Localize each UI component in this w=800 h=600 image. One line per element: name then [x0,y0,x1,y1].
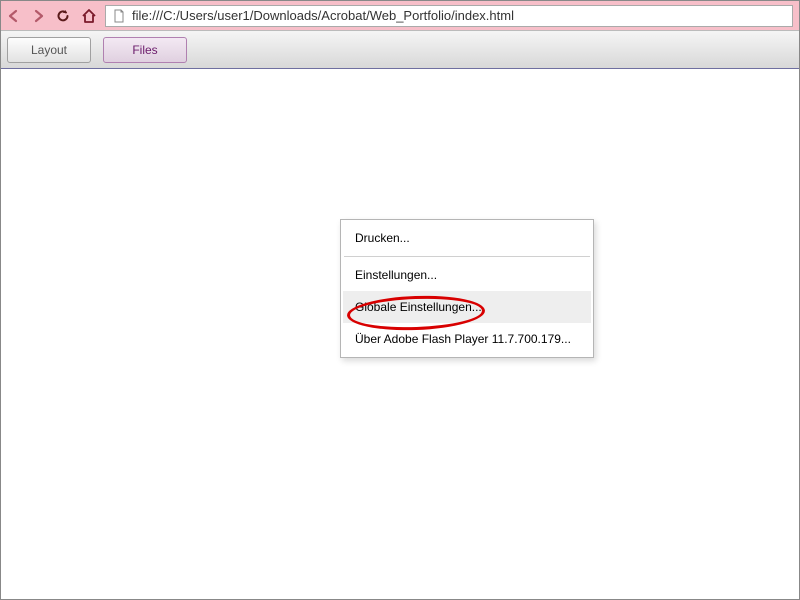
context-menu: Drucken... Einstellungen... Globale Eins… [340,219,594,358]
menu-item-global-settings[interactable]: Globale Einstellungen... [343,291,591,323]
browser-toolbar: file:///C:/Users/user1/Downloads/Acrobat… [1,1,799,31]
forward-icon[interactable] [31,9,45,23]
menu-item-print[interactable]: Drucken... [343,222,591,254]
reload-icon[interactable] [55,8,71,24]
menu-separator [344,256,590,257]
layout-button[interactable]: Layout [7,37,91,63]
home-icon[interactable] [81,8,97,24]
content-area: Drucken... Einstellungen... Globale Eins… [1,69,799,599]
page-icon [112,9,126,23]
back-icon[interactable] [7,9,21,23]
files-button[interactable]: Files [103,37,187,63]
url-text: file:///C:/Users/user1/Downloads/Acrobat… [132,8,514,23]
menu-item-settings[interactable]: Einstellungen... [343,259,591,291]
address-bar[interactable]: file:///C:/Users/user1/Downloads/Acrobat… [105,5,793,27]
app-toolbar: Layout Files [1,31,799,69]
nav-icons [7,8,97,24]
menu-item-about[interactable]: Über Adobe Flash Player 11.7.700.179... [343,323,591,355]
